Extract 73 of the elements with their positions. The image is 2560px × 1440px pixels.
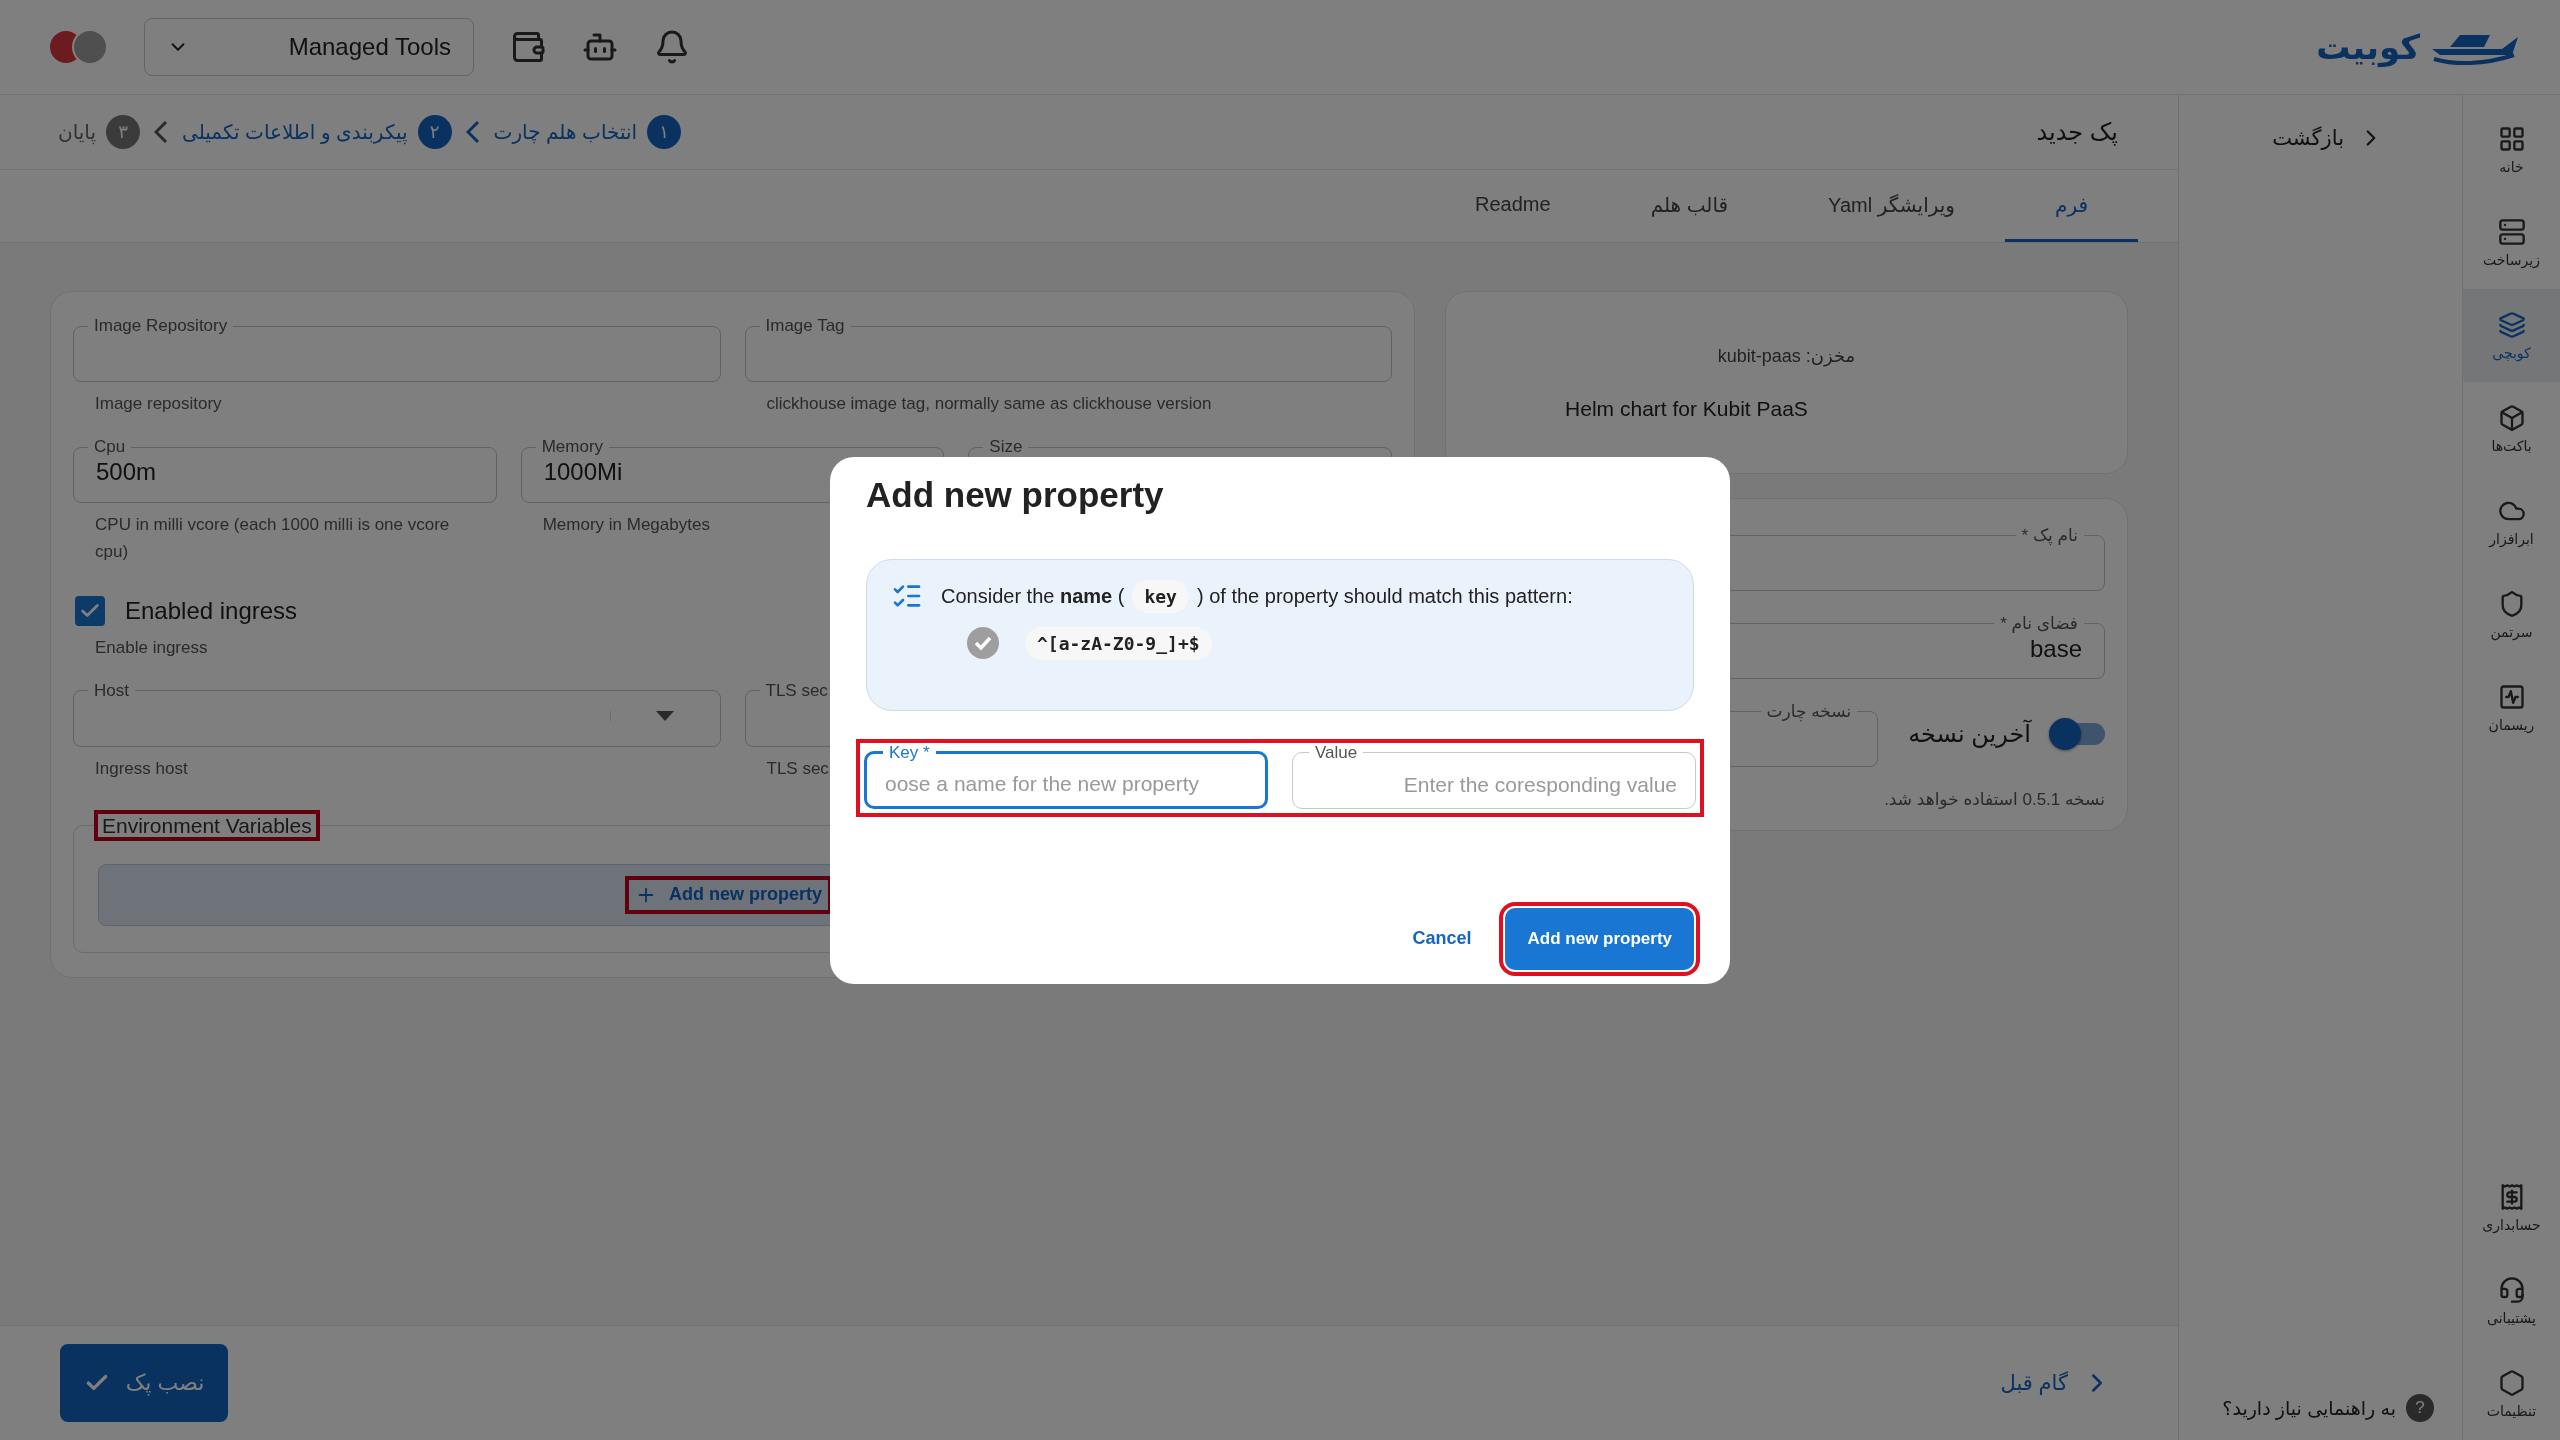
sidebar-item[interactable]: ریسمان [2463, 661, 2560, 754]
page-title: پک جدید [2036, 118, 2118, 146]
checkbox-label: Enabled ingress [125, 596, 298, 625]
field-input[interactable]: Enter the coresponding value [1309, 772, 1679, 798]
install-button[interactable]: نصب پک [60, 1344, 228, 1422]
field-label: Memory [540, 437, 605, 458]
headset-icon [2497, 1275, 2526, 1304]
back-button[interactable]: بازگشت [2272, 115, 2434, 151]
step-label: انتخاب هلم چارت [493, 120, 638, 144]
helper-text: Enable ingress [94, 636, 209, 659]
helper-text: CPU in milli vcore (each 1000 milli is one vcore cpu) [94, 514, 451, 564]
server-icon [2497, 217, 2526, 246]
pattern-code: ^[a-zA-Z0-9_]+$ [1025, 626, 1212, 660]
field-label: نام پک * [2020, 525, 2079, 546]
dropdown-arrow-icon [656, 710, 674, 721]
help-link[interactable]: ? به راهنمایی نیاز دارید؟ [2222, 1394, 2434, 1422]
logo-text: کوبیت [2316, 27, 2420, 67]
bell-icon[interactable] [654, 29, 690, 65]
latest-version-toggle[interactable]: آخرین نسخه [1908, 720, 2105, 748]
field-label: Host [93, 680, 130, 701]
helper-text: Image repository [94, 393, 223, 415]
step-number: ۲ [417, 115, 452, 149]
tab[interactable]: قالب هلم [1600, 170, 1779, 242]
field-label: Image Tag [764, 316, 846, 336]
previous-step-button[interactable]: گام قبل [1994, 1367, 2118, 1399]
field-label: فضای نام * [1999, 613, 2079, 634]
tab[interactable]: Readme [1425, 170, 1601, 242]
helper-text: clickhouse image tag, normally same as clickhouse version [765, 393, 1213, 415]
chevron-icon [154, 120, 168, 144]
grid-icon [2497, 124, 2526, 153]
field-label: Image Repository [93, 316, 229, 336]
field-input[interactable]: 500m [94, 457, 496, 488]
helper-text: Ingress host [94, 757, 189, 780]
sidebar-item[interactable]: پشتیبانی [2463, 1254, 2560, 1347]
step-label: پیکربندی و اطلاعات تکمیلی [182, 120, 408, 144]
sidebar-item[interactable]: تنظیمات [2463, 1347, 2560, 1440]
field-label: Size [988, 437, 1024, 458]
sidebar-item[interactable]: کوبچی [2463, 289, 2560, 382]
sidebar-item[interactable]: ابرافزار [2463, 475, 2560, 568]
field-label: Key * [888, 742, 931, 763]
layers-icon [2497, 310, 2526, 339]
sidebar-item[interactable]: باکت‌ها [2463, 382, 2560, 475]
pulse-icon [2497, 682, 2526, 711]
step-number: ۳ [106, 115, 140, 149]
tab[interactable]: ویرایشگر Yaml [1778, 170, 2005, 242]
field-input[interactable]: base [1489, 634, 2084, 664]
helper-text: TLS sec [765, 757, 830, 780]
step-number: ۱ [647, 115, 682, 149]
version-note: نسخه 0.5.1 استفاده خواهد شد. [1884, 789, 2105, 810]
hexagon-icon [2497, 1368, 2526, 1397]
sidebar-item[interactable]: سرتمن [2463, 568, 2560, 661]
help-icon: ? [2406, 1394, 2434, 1422]
sidebar-item[interactable]: حسابداری [2463, 1161, 2560, 1254]
cube-icon [2497, 403, 2526, 432]
workspace-select[interactable]: Managed Tools [144, 18, 474, 76]
field-label: TLS sec [764, 680, 829, 701]
step-label: پایان [58, 120, 96, 144]
field-input[interactable]: oose a name for the new property [883, 771, 1249, 797]
field-label: Cpu [93, 437, 127, 458]
chart-description: Helm chart for Kubit PaaS [1565, 396, 1808, 421]
sidebar-item[interactable]: زیرساخت [2463, 196, 2560, 289]
text-field[interactable]: Image Repository [73, 316, 721, 382]
field-label: Value [1314, 742, 1359, 763]
cancel-button[interactable]: Cancel [1406, 924, 1478, 953]
chevron-icon [465, 120, 480, 144]
text-field[interactable]: Cpu 500m [73, 437, 497, 504]
add-property-button[interactable]: Add new property [629, 879, 828, 910]
field-label: نسخه چارت [1765, 701, 1853, 722]
helper-text: Memory in Megabytes [541, 514, 711, 537]
text-field[interactable]: Image Tag [744, 316, 1392, 382]
sidebar-item[interactable]: خانه [2463, 103, 2560, 196]
checkbox[interactable] [75, 595, 105, 626]
wallet-icon[interactable] [510, 29, 546, 65]
